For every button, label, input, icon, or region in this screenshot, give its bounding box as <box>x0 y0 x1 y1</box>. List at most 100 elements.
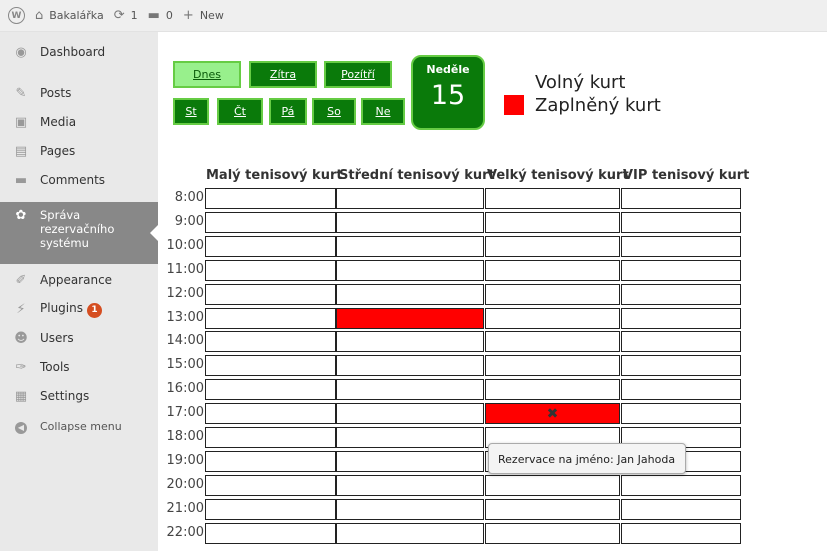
schedule-cell[interactable] <box>336 403 484 425</box>
schedule-cell[interactable] <box>621 211 741 233</box>
time-label: 12:00 <box>166 285 204 301</box>
schedule-cell[interactable] <box>205 283 336 305</box>
reserved-cell[interactable]: ✖ <box>485 403 620 425</box>
sidebar-item-label: Users <box>40 331 74 345</box>
site-name: Bakalářka <box>49 9 104 22</box>
schedule-cell[interactable] <box>205 474 336 496</box>
schedule-cell[interactable] <box>621 379 741 401</box>
day-button-st[interactable]: St <box>173 98 209 125</box>
schedule-cell[interactable] <box>336 450 484 472</box>
schedule-cell[interactable] <box>485 355 620 377</box>
court-header-maly: Malý tenisový kurt <box>206 168 343 183</box>
day-button-pozitri[interactable]: Pozítří <box>324 61 392 88</box>
schedule-cell[interactable] <box>205 403 336 425</box>
day-button-ct[interactable]: Čt <box>217 98 263 125</box>
schedule-cell[interactable] <box>205 427 336 448</box>
time-label: 11:00 <box>166 261 204 277</box>
schedule-cell[interactable] <box>336 379 484 401</box>
day-button-ne[interactable]: Ne <box>361 98 405 125</box>
schedule-cell[interactable] <box>621 474 741 496</box>
schedule-cell[interactable] <box>485 283 620 305</box>
schedule-cell[interactable] <box>485 188 620 209</box>
time-label: 21:00 <box>166 500 204 516</box>
wordpress-logo-icon[interactable]: W <box>8 7 25 24</box>
updates-link[interactable]: ⟳ 1 <box>114 8 138 23</box>
schedule-cell[interactable] <box>205 235 336 257</box>
schedule-cell[interactable] <box>621 188 741 209</box>
new-content-link[interactable]: + New <box>183 8 224 23</box>
sidebar-item-label: Plugins 1 <box>40 301 102 318</box>
plugin-icon: ⚡ <box>16 301 26 317</box>
reserved-cell[interactable] <box>336 307 484 329</box>
schedule-cell[interactable] <box>205 307 336 329</box>
schedule-cell[interactable] <box>205 211 336 233</box>
schedule-cell[interactable] <box>336 331 484 353</box>
schedule-cell[interactable] <box>336 188 484 209</box>
wrench-icon: ✑ <box>15 359 27 375</box>
admin-bar: W ⌂ Bakalářka ⟳ 1 ▬ 0 + New <box>0 0 827 32</box>
schedule-cell[interactable] <box>485 307 620 329</box>
schedule-cell[interactable] <box>336 283 484 305</box>
sidebar-item-label: Media <box>40 115 77 129</box>
plus-icon: + <box>182 8 194 23</box>
sidebar-item-label: Comments <box>40 173 106 187</box>
time-label: 17:00 <box>166 405 204 421</box>
schedule-cell[interactable] <box>485 474 620 496</box>
day-button-dnes[interactable]: Dnes <box>173 61 241 88</box>
schedule-cell[interactable] <box>621 498 741 520</box>
schedule-cell[interactable] <box>621 403 741 425</box>
schedule-cell[interactable] <box>621 355 741 377</box>
day-button-so[interactable]: So <box>312 98 356 125</box>
schedule-cell[interactable] <box>621 235 741 257</box>
schedule-cell[interactable] <box>336 211 484 233</box>
collapse-icon: ◀ <box>13 419 29 434</box>
schedule-cell[interactable] <box>621 522 741 544</box>
schedule-cell[interactable] <box>621 259 741 281</box>
sidebar-item-reservation-system[interactable]: ✿ Správa rezervačního systému <box>0 202 158 264</box>
schedule-cell[interactable] <box>205 498 336 520</box>
schedule-cell[interactable] <box>336 498 484 520</box>
sidebar-item-label: Tools <box>40 360 70 374</box>
schedule-cell[interactable] <box>485 235 620 257</box>
schedule-cell[interactable] <box>336 235 484 257</box>
schedule-cell[interactable] <box>485 522 620 544</box>
schedule-cell[interactable] <box>485 498 620 520</box>
schedule-cell[interactable] <box>205 522 336 544</box>
active-arrow <box>150 225 158 241</box>
sidebar-item-label: Collapse menu <box>40 419 122 433</box>
time-label: 13:00 <box>166 309 204 325</box>
pin-icon: ✎ <box>15 85 27 101</box>
schedule-cell[interactable] <box>621 283 741 305</box>
schedule-cell[interactable] <box>336 259 484 281</box>
current-day-number: 15 <box>430 80 466 111</box>
schedule-cell[interactable] <box>621 307 741 329</box>
comments-link[interactable]: ▬ 0 <box>148 8 173 23</box>
comments-count: 0 <box>165 9 173 22</box>
schedule-cell[interactable] <box>485 379 620 401</box>
schedule-cell[interactable] <box>205 450 336 472</box>
schedule-cell[interactable] <box>336 522 484 544</box>
schedule-cell[interactable] <box>621 331 741 353</box>
schedule-cell[interactable] <box>485 331 620 353</box>
day-button-pa[interactable]: Pá <box>269 98 307 125</box>
gear-icon: ✿ <box>15 208 27 223</box>
day-button-zitra[interactable]: Zítra <box>249 61 317 88</box>
legend-taken-swatch <box>504 95 524 115</box>
schedule-cell[interactable] <box>205 188 336 209</box>
schedule-cell[interactable] <box>485 259 620 281</box>
schedule-cell[interactable] <box>205 379 336 401</box>
schedule-cell[interactable] <box>205 355 336 377</box>
schedule-cell[interactable] <box>336 355 484 377</box>
schedule-cell[interactable] <box>205 331 336 353</box>
court-header-stredni: Střední tenisový kurt <box>339 168 495 183</box>
schedule-cell[interactable] <box>485 211 620 233</box>
schedule-cell[interactable] <box>336 474 484 496</box>
time-label: 9:00 <box>174 213 204 229</box>
site-name-link[interactable]: ⌂ Bakalářka <box>35 8 104 23</box>
cancel-x-icon[interactable]: ✖ <box>486 404 619 423</box>
dashboard-icon: ◉ <box>15 44 27 60</box>
schedule-cell[interactable] <box>205 259 336 281</box>
time-label: 19:00 <box>166 452 204 468</box>
sidebar-item-label: Správa rezervačního systému <box>40 208 115 250</box>
schedule-cell[interactable] <box>336 427 484 448</box>
